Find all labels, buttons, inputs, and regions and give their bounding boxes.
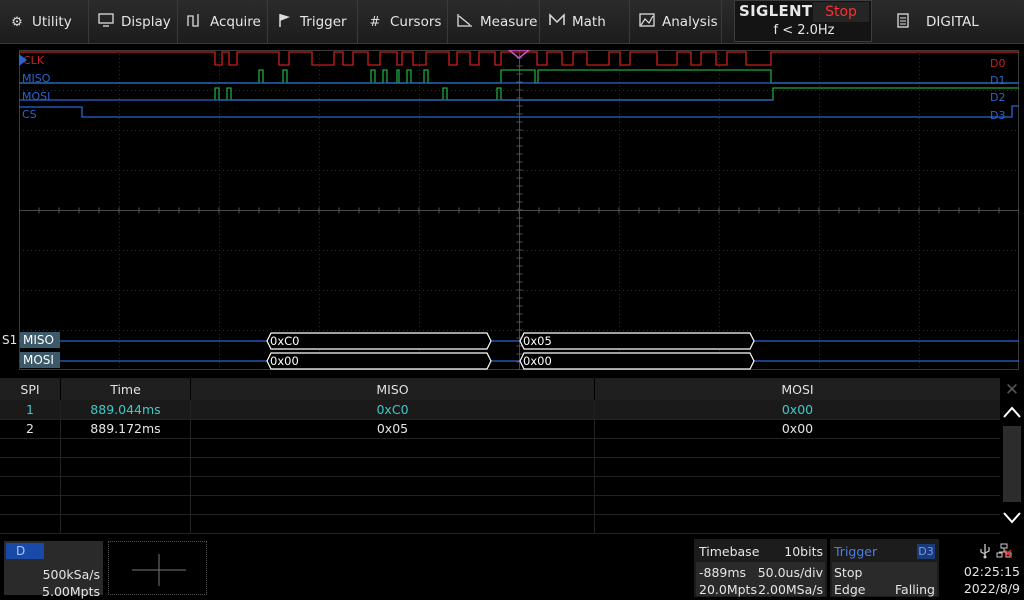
timebase-title: Timebase <box>699 544 760 559</box>
menu-acquire[interactable]: Acquire <box>178 0 268 44</box>
menu-math-label: Math <box>572 14 606 30</box>
scroll-down-button[interactable] <box>1001 510 1023 530</box>
row-2-mosi: 0x00 <box>781 421 814 436</box>
row-1-mosi: 0x00 <box>781 402 814 417</box>
menu-cursors[interactable]: # Cursors <box>358 0 448 44</box>
monitor-icon <box>97 13 115 31</box>
digital-badge: D <box>6 543 44 559</box>
menu-analysis-label: Analysis <box>662 14 718 30</box>
menu-display-label: Display <box>121 14 171 30</box>
menu-trigger-label: Trigger <box>300 14 347 30</box>
network-icon <box>996 543 1012 558</box>
bus-mosi-value-2: 0x00 <box>523 354 552 368</box>
bus-id-label: S1 <box>2 333 18 347</box>
label-cs: CS <box>22 108 37 121</box>
clock-date: 2022/8/9 <box>963 581 1020 596</box>
cursor-hash-icon: # <box>369 14 381 30</box>
brand-status-box: SIGLENT Stop f < 2.0Hz <box>734 0 872 42</box>
measure-icon <box>456 13 474 31</box>
menu-cursors-label: Cursors <box>390 14 442 30</box>
flag-icon <box>276 13 294 31</box>
trigger-mode: Stop <box>834 565 863 580</box>
bus-mosi-value-1: 0x00 <box>270 354 299 368</box>
menu-display[interactable]: Display <box>89 0 178 44</box>
menu-digital[interactable]: DIGITAL <box>880 0 1024 44</box>
row-1-time: 889.044ms <box>90 402 161 417</box>
bus-miso-packet-2[interactable]: 0x05 <box>519 332 755 350</box>
row-2-miso: 0x05 <box>376 421 409 436</box>
timebase-bits: 10bits <box>784 544 823 559</box>
column-header-time[interactable]: Time <box>61 378 190 400</box>
label-miso: MISO <box>22 72 51 85</box>
run-state-indicator[interactable]: Stop <box>813 2 869 22</box>
trigger-frequency: f < 2.0Hz <box>773 23 835 38</box>
column-header-miso[interactable]: MISO <box>191 378 594 400</box>
timebase-points: 20.0Mpts <box>699 582 757 597</box>
add-channel-button[interactable] <box>108 541 207 595</box>
timebase-rate: 2.00MSa/s <box>758 582 823 597</box>
trigger-slope: Falling <box>895 582 935 597</box>
analysis-icon <box>638 13 656 31</box>
menu-acquire-label: Acquire <box>210 14 261 30</box>
close-table-button[interactable]: ✕ <box>1001 380 1023 400</box>
menu-trigger[interactable]: Trigger <box>268 0 358 44</box>
digital-channel-box[interactable]: D 500kSa/s 5.00Mpts <box>4 541 103 599</box>
trigger-title: Trigger <box>834 544 878 559</box>
math-icon <box>548 13 566 31</box>
row-1-index: 1 <box>26 402 34 417</box>
bus-line-label-miso: MISO <box>20 332 60 348</box>
label-mosi: MOSI <box>22 90 50 103</box>
menu-utility[interactable]: ⚙ Utility <box>0 0 89 44</box>
tag-d3: D3 <box>990 109 1005 122</box>
bus-miso-value-2: 0x05 <box>523 334 552 348</box>
timebase-scale: 50.0us/div <box>757 565 823 580</box>
menu-measure-label: Measure <box>480 14 538 30</box>
menu-math[interactable]: Math <box>540 0 630 44</box>
bus-line-label-mosi: MOSI <box>20 352 60 368</box>
menu-utility-label: Utility <box>32 14 72 30</box>
clock-time: 02:25:15 <box>963 564 1020 579</box>
menu-measure[interactable]: Measure <box>448 0 540 44</box>
timebase-box[interactable]: Timebase 10bits -889ms 50.0us/div 20.0Mp… <box>694 539 827 597</box>
tag-d1: D1 <box>990 74 1005 87</box>
gear-icon: ⚙ <box>11 14 23 30</box>
menu-bar: ⚙ Utility Display Acquire Trigger # Curs… <box>0 0 1024 44</box>
status-bar: D 500kSa/s 5.00Mpts Timebase 10bits -889… <box>0 537 1024 600</box>
digital-sample-rate: 500kSa/s <box>42 567 100 582</box>
acquire-icon <box>186 13 204 31</box>
digital-doc-icon <box>894 12 912 32</box>
bus-miso-value-1: 0xC0 <box>270 334 299 348</box>
crosshair-icon <box>132 554 186 586</box>
digital-memory-depth: 5.00Mpts <box>42 584 100 599</box>
bus-mosi-packet-2[interactable]: 0x00 <box>519 352 755 370</box>
row-2-index: 2 <box>26 421 34 436</box>
decode-table: SPI Time MISO MOSI ✕ 1 889.044ms 0xC0 0x… <box>0 378 1024 534</box>
tag-d0: D0 <box>990 57 1005 70</box>
usb-icon <box>980 544 990 559</box>
row-1-miso: 0xC0 <box>376 402 409 417</box>
bus-miso-packet-1[interactable]: 0xC0 <box>266 332 492 350</box>
column-header-spi[interactable]: SPI <box>0 378 60 400</box>
brand-name: SIGLENT <box>739 2 813 20</box>
scroll-up-button[interactable] <box>1001 404 1023 424</box>
timebase-delay: -889ms <box>699 565 747 580</box>
trigger-box[interactable]: Trigger D3 Stop Edge Falling <box>830 539 939 597</box>
bus-mosi-packet-1[interactable]: 0x00 <box>266 352 492 370</box>
clock-box: 02:25:15 2022/8/9 <box>944 539 1024 597</box>
trigger-source: D3 <box>917 544 935 559</box>
row-2-time: 889.172ms <box>90 421 161 436</box>
menu-digital-label: DIGITAL <box>926 14 979 30</box>
scrollbar-track[interactable] <box>1003 426 1021 502</box>
tag-d2: D2 <box>990 91 1005 104</box>
menu-analysis[interactable]: Analysis <box>630 0 722 44</box>
trigger-type: Edge <box>834 582 866 597</box>
column-header-mosi[interactable]: MOSI <box>595 378 1000 400</box>
waveform-display[interactable]: CLK MISO MOSI CS D0 D1 D2 D3 0xC0 0x05 0… <box>19 50 1019 370</box>
